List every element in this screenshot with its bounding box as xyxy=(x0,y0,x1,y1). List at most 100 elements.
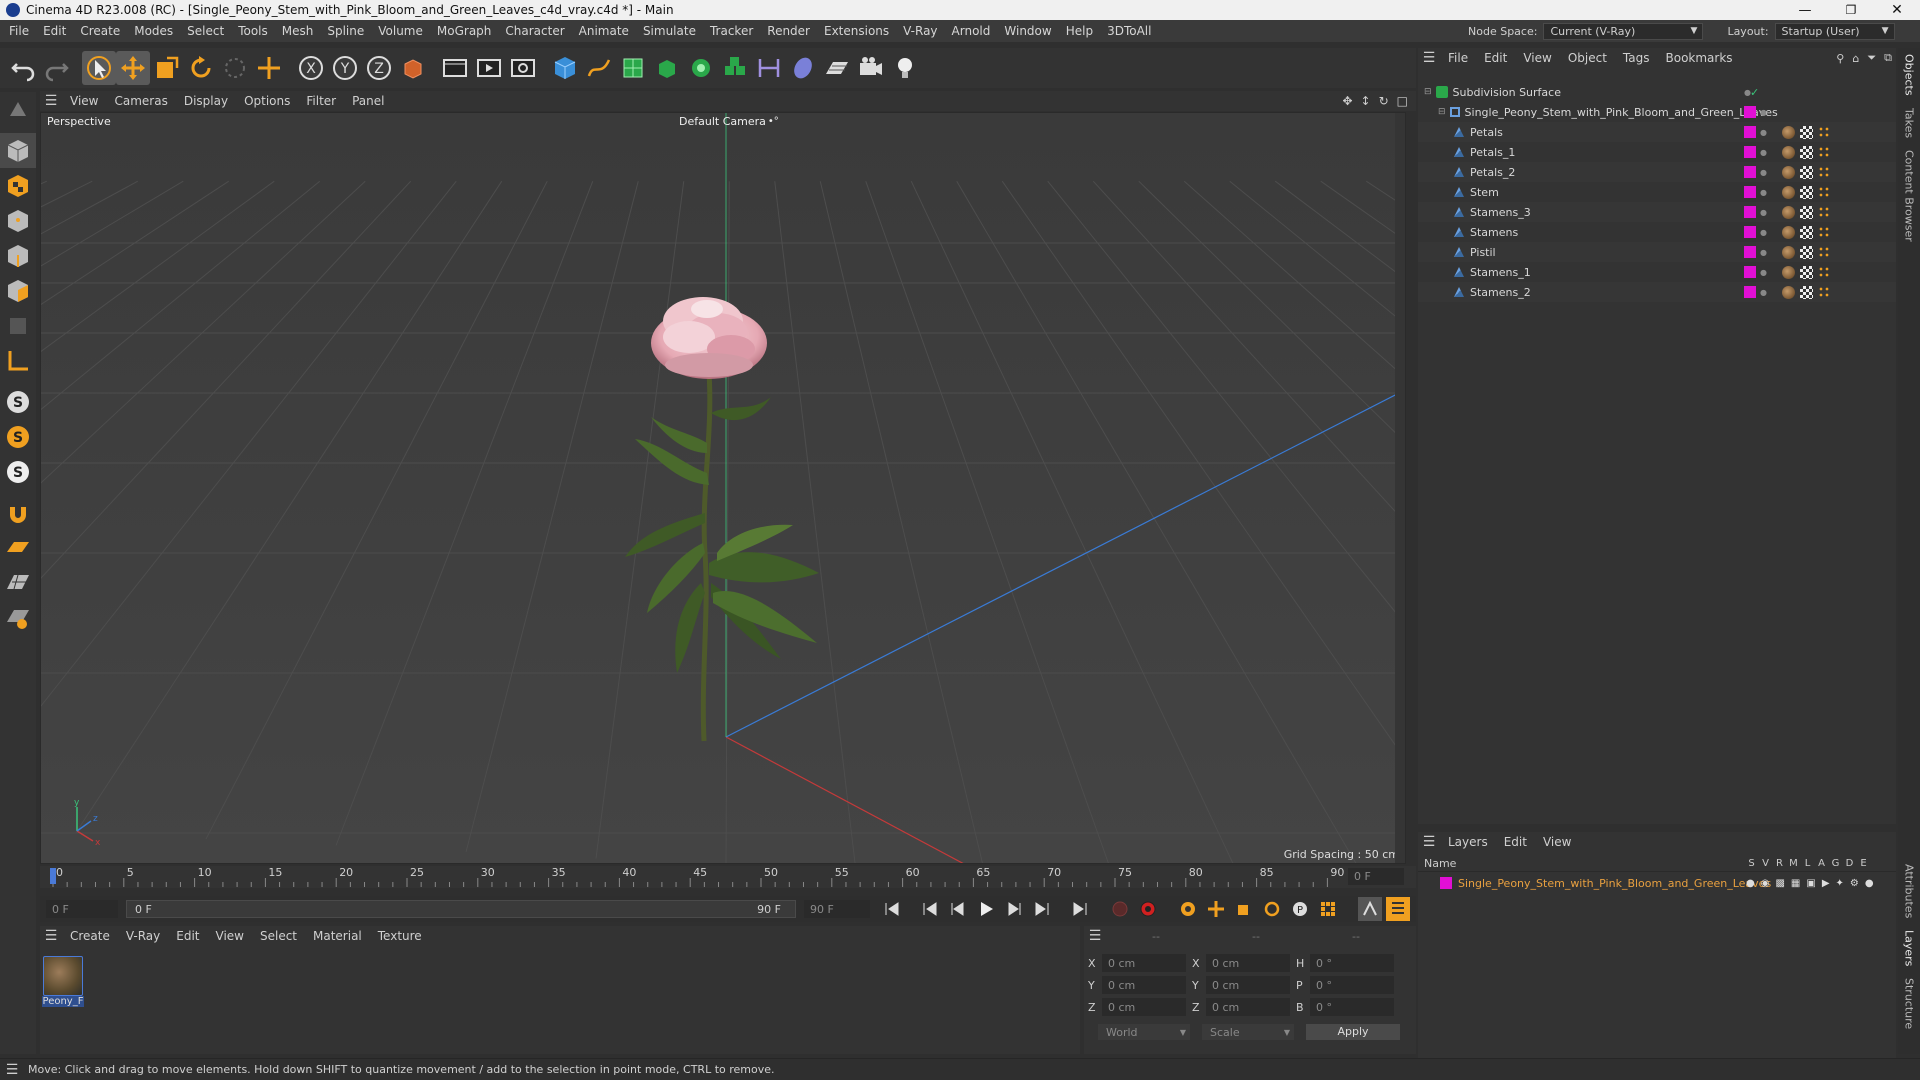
play-button[interactable] xyxy=(974,897,998,921)
timeline-ruler[interactable]: 0 5 10 15 20 25 30 35 40 45 50 55 60 65 70 75 80 85 90 0 F xyxy=(40,866,1416,888)
zoom-view-icon[interactable]: ↕ xyxy=(1361,94,1371,108)
grid-icon[interactable] xyxy=(0,565,36,600)
close-icon[interactable]: ✕ xyxy=(1874,2,1920,18)
side-tab-content-browser[interactable]: Content Browser xyxy=(1903,144,1916,248)
axis-mode-button[interactable] xyxy=(0,343,36,378)
eye-icon[interactable]: ◉ xyxy=(1761,878,1770,889)
redo-button[interactable] xyxy=(40,51,74,85)
locked-workplane-icon[interactable] xyxy=(0,600,36,635)
y-axis-lock-button[interactable]: Y xyxy=(328,51,362,85)
floor-icon[interactable] xyxy=(820,51,854,85)
edges-mode-button[interactable] xyxy=(0,238,36,273)
object-menu-file[interactable]: File xyxy=(1440,51,1476,65)
menu-modes[interactable]: Modes xyxy=(127,24,180,38)
object-mode-button[interactable] xyxy=(0,133,36,168)
rotate-tool-button[interactable] xyxy=(184,51,218,85)
texture-tag-icon[interactable] xyxy=(1800,165,1813,179)
deformer-icon[interactable] xyxy=(786,51,820,85)
menu-spline[interactable]: Spline xyxy=(320,24,371,38)
menu-create[interactable]: Create xyxy=(73,24,127,38)
deformer-icon[interactable]: ⚙ xyxy=(1850,878,1859,889)
apply-button[interactable]: Apply xyxy=(1306,1024,1400,1040)
select-tool-button[interactable] xyxy=(82,51,116,85)
light-icon[interactable] xyxy=(888,51,922,85)
move-tool-button[interactable] xyxy=(116,51,150,85)
coordinate-mode-select[interactable]: World ▼ xyxy=(1098,1024,1190,1040)
texture-tag-icon[interactable] xyxy=(1800,145,1813,159)
snap-button[interactable]: S xyxy=(0,384,36,419)
side-tab-structure[interactable]: Structure xyxy=(1903,972,1916,1035)
viewport-menu-view[interactable]: View xyxy=(62,94,106,108)
vray-tag-icon[interactable] xyxy=(1818,266,1830,278)
scale-tool-button[interactable] xyxy=(150,51,184,85)
material-menu-view[interactable]: View xyxy=(208,929,252,943)
position-x-field[interactable]: 0 cm xyxy=(1102,954,1186,972)
x-axis-lock-button[interactable]: X xyxy=(294,51,328,85)
material-menu-texture[interactable]: Texture xyxy=(370,929,430,943)
menu-mograph[interactable]: MoGraph xyxy=(430,24,499,38)
vray-tag-icon[interactable] xyxy=(1818,186,1830,198)
viewport-menu-filter[interactable]: Filter xyxy=(298,94,344,108)
object-row-child[interactable]: Petals_1 ● xyxy=(1418,142,1896,162)
keyframe-selection-icon[interactable] xyxy=(1176,897,1200,921)
material-menu-edit[interactable]: Edit xyxy=(168,929,207,943)
render-view-button[interactable] xyxy=(472,51,506,85)
menu-window[interactable]: Window xyxy=(997,24,1058,38)
workplane-icon[interactable] xyxy=(0,530,36,565)
texture-tag-icon[interactable] xyxy=(1800,125,1813,139)
hamburger-icon[interactable]: ☰ xyxy=(1418,50,1440,66)
object-menu-view[interactable]: View xyxy=(1515,51,1559,65)
next-frame-button[interactable] xyxy=(1002,897,1026,921)
menu-volume[interactable]: Volume xyxy=(371,24,430,38)
object-row-child[interactable]: Pistil ● xyxy=(1418,242,1896,262)
object-row-child[interactable]: Stamens_1 ● xyxy=(1418,262,1896,282)
record-off-icon[interactable] xyxy=(1108,897,1132,921)
next-key-button[interactable] xyxy=(1030,897,1054,921)
mograph-icon[interactable] xyxy=(718,51,752,85)
layer-color-icon[interactable] xyxy=(1744,206,1756,218)
viewport-menu-panel[interactable]: Panel xyxy=(344,94,392,108)
texture-tag-icon[interactable] xyxy=(1800,265,1813,279)
position-y-field[interactable]: 0 cm xyxy=(1102,976,1186,994)
manager-icon[interactable]: ▦ xyxy=(1791,878,1800,889)
range-slider[interactable]: 0 F 90 F xyxy=(126,900,796,918)
vray-tag-icon[interactable] xyxy=(1818,246,1830,258)
go-to-end-button[interactable] xyxy=(1068,897,1092,921)
viewport-menu-options[interactable]: Options xyxy=(236,94,298,108)
vray-tag-icon[interactable] xyxy=(1818,146,1830,158)
visibility-dots[interactable]: ● xyxy=(1760,108,1767,117)
camera-icon[interactable] xyxy=(854,51,888,85)
generator-icon[interactable]: ✦ xyxy=(1836,878,1844,889)
layer-row[interactable]: Single_Peony_Stem_with_Pink_Bloom_and_Gr… xyxy=(1418,874,1896,892)
key-pla-icon[interactable] xyxy=(1316,897,1340,921)
layer-color-icon[interactable] xyxy=(1744,186,1756,198)
menu-file[interactable]: File xyxy=(2,24,36,38)
material-tag-icon[interactable] xyxy=(1782,165,1795,179)
menu-edit[interactable]: Edit xyxy=(36,24,73,38)
menu-character[interactable]: Character xyxy=(498,24,571,38)
key-parameter-icon[interactable]: P xyxy=(1288,897,1312,921)
search-icon[interactable]: ⚲ xyxy=(1836,52,1844,65)
material-tag-icon[interactable] xyxy=(1782,145,1795,159)
expression-icon[interactable]: ● xyxy=(1865,878,1874,889)
rotation-b-field[interactable]: 0 ° xyxy=(1310,998,1394,1016)
visibility-dots[interactable]: ● xyxy=(1760,268,1767,277)
recent-tool-button[interactable] xyxy=(252,51,286,85)
object-menu-bookmarks[interactable]: Bookmarks xyxy=(1658,51,1741,65)
texture-tag-icon[interactable] xyxy=(1800,285,1813,299)
rotation-p-field[interactable]: 0 ° xyxy=(1310,976,1394,994)
visibility-dots[interactable]: ● xyxy=(1760,188,1767,197)
node-space-select[interactable]: Current (V-Ray) ▼ xyxy=(1543,22,1704,40)
collapse-icon[interactable]: ⊟ xyxy=(1438,107,1446,117)
hamburger-icon[interactable]: ☰ xyxy=(40,93,62,109)
texture-tag-icon[interactable] xyxy=(1800,205,1813,219)
material-menu-select[interactable]: Select xyxy=(252,929,305,943)
layer-color-icon[interactable] xyxy=(1744,146,1756,158)
menu-tools[interactable]: Tools xyxy=(231,24,275,38)
menu-simulate[interactable]: Simulate xyxy=(636,24,703,38)
extrude-icon[interactable] xyxy=(650,51,684,85)
menu-arnold[interactable]: Arnold xyxy=(945,24,998,38)
side-tab-takes[interactable]: Takes xyxy=(1903,102,1916,144)
layers-menu-edit[interactable]: Edit xyxy=(1496,835,1535,849)
menu-extensions[interactable]: Extensions xyxy=(817,24,896,38)
